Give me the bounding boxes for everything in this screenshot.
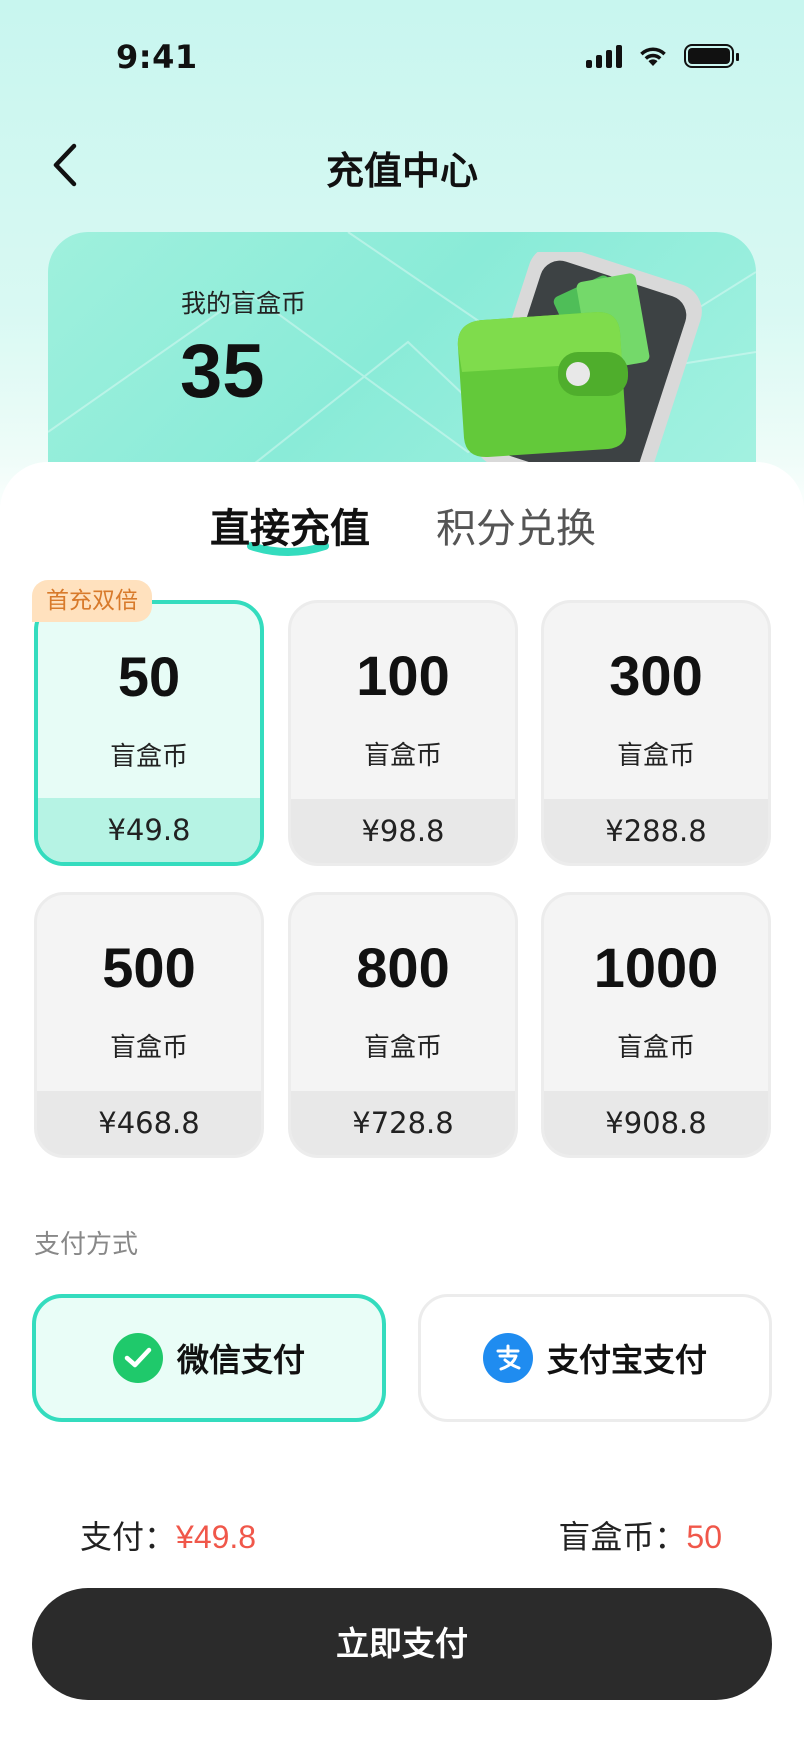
coin-amount-summary: 盲盒币：50 <box>558 1512 722 1558</box>
package-amount: 300 <box>609 644 703 707</box>
package-amount: 50 <box>117 645 181 708</box>
coin-amount-label: 盲盒币： <box>558 1518 687 1556</box>
package-price: ¥49.8 <box>38 798 260 862</box>
payment-method-label: 支付方式 <box>34 1230 139 1260</box>
status-bar: 9:41 <box>0 0 804 110</box>
package-unit: 盲盒币 <box>616 741 695 771</box>
status-time: 9:41 <box>116 38 198 76</box>
pay-amount-summary: 支付：¥49.8 <box>80 1512 256 1558</box>
package-amount: 1000 <box>593 936 719 999</box>
alipay-icon <box>482 1333 533 1383</box>
package-price: ¥288.8 <box>544 799 768 863</box>
package-card-50[interactable]: 50 盲盒币 ¥49.8 <box>34 600 264 866</box>
package-card-500[interactable]: 500 盲盒币 ¥468.8 <box>34 892 264 1158</box>
package-amount: 500 <box>102 936 196 999</box>
package-unit: 盲盒币 <box>363 741 442 771</box>
package-price: ¥468.8 <box>37 1091 261 1155</box>
package-card-1000[interactable]: 1000 盲盒币 ¥908.8 <box>541 892 771 1158</box>
cellular-signal-icon <box>586 44 622 68</box>
tab-points-exchange[interactable]: 积分兑换 <box>436 496 596 554</box>
coin-amount-value: 50 <box>686 1519 722 1555</box>
package-card-100[interactable]: 100 盲盒币 ¥98.8 <box>288 600 518 866</box>
first-recharge-badge: 首充双倍 <box>32 580 152 622</box>
page-title: 充值中心 <box>325 149 478 193</box>
package-amount: 800 <box>356 936 450 999</box>
tab-direct-recharge[interactable]: 直接充值 <box>210 496 370 554</box>
pay-amount-value: ¥49.8 <box>176 1519 257 1555</box>
nav-bar: 充值中心 <box>0 120 804 210</box>
pay-amount-label: 支付： <box>80 1518 177 1556</box>
package-unit: 盲盒币 <box>109 1033 188 1063</box>
package-price: ¥908.8 <box>544 1091 768 1155</box>
alipay-option[interactable]: 支付宝支付 <box>418 1294 772 1422</box>
wechat-pay-label: 微信支付 <box>176 1341 305 1379</box>
alipay-label: 支付宝支付 <box>546 1341 707 1379</box>
battery-icon <box>684 44 739 68</box>
status-icons <box>586 44 739 68</box>
tab-bar: 直接充值 积分兑换 <box>0 496 804 566</box>
package-price: ¥98.8 <box>291 799 515 863</box>
balance-label: 我的盲盒币 <box>181 289 307 318</box>
package-card-300[interactable]: 300 盲盒币 ¥288.8 <box>541 600 771 866</box>
package-unit: 盲盒币 <box>109 742 188 772</box>
pay-now-button[interactable]: 立即支付 <box>32 1588 772 1700</box>
package-unit: 盲盒币 <box>616 1033 695 1063</box>
package-price: ¥728.8 <box>291 1091 515 1155</box>
package-unit: 盲盒币 <box>363 1033 442 1063</box>
wifi-icon <box>640 47 666 66</box>
wechat-pay-option[interactable]: 微信支付 <box>32 1294 386 1422</box>
balance-value: 35 <box>180 329 265 414</box>
wechat-icon <box>112 1333 163 1383</box>
payment-summary: 支付：¥49.8 盲盒币：50 <box>0 1512 804 1562</box>
package-amount: 100 <box>356 644 450 707</box>
package-card-800[interactable]: 800 盲盒币 ¥728.8 <box>288 892 518 1158</box>
